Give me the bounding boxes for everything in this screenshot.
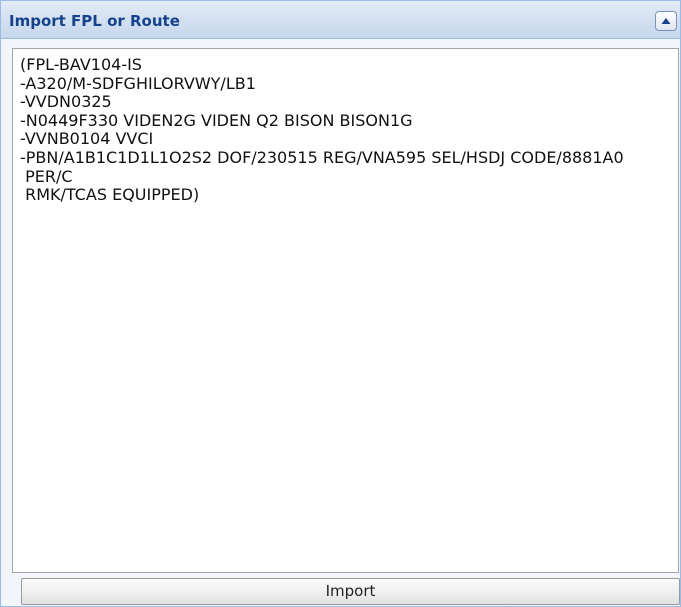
collapse-button[interactable] xyxy=(655,11,677,31)
route-textarea[interactable]: (FPL-BAV104-IS -A320/M-SDFGHILORVWY/LB1 … xyxy=(12,48,679,573)
panel-header: Import FPL or Route xyxy=(1,1,680,39)
import-fpl-panel: Import FPL or Route (FPL-BAV104-IS -A320… xyxy=(0,0,681,607)
import-button[interactable]: Import xyxy=(21,578,680,605)
panel-title: Import FPL or Route xyxy=(9,12,180,30)
chevron-up-icon xyxy=(661,18,671,24)
route-text-content[interactable]: (FPL-BAV104-IS -A320/M-SDFGHILORVWY/LB1 … xyxy=(20,55,674,205)
